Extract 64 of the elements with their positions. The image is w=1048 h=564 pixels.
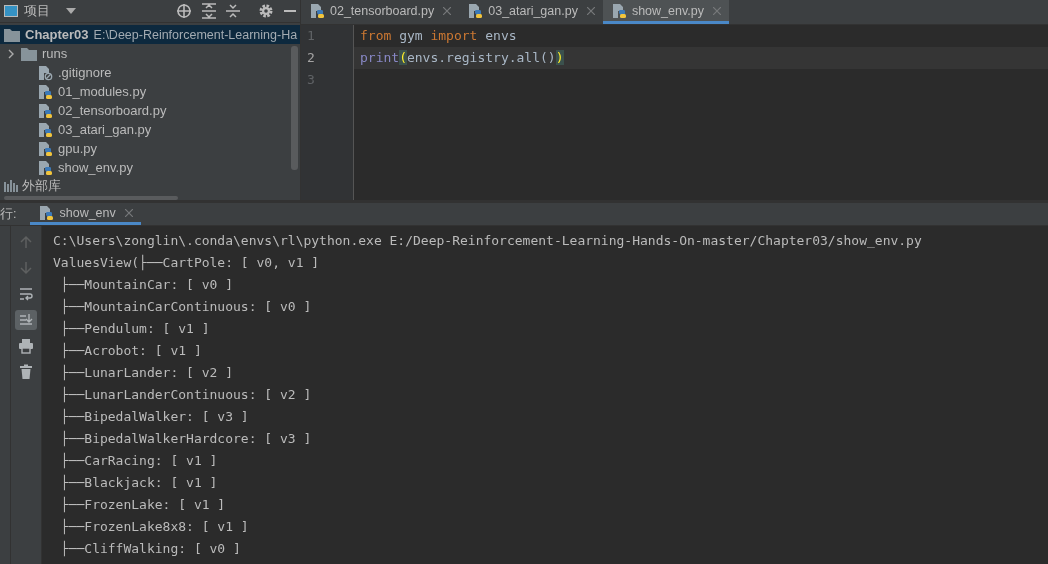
- scrollbar-thumb[interactable]: [291, 46, 298, 170]
- library-icon: [4, 180, 18, 192]
- tree-item[interactable]: Chapter03 E:\Deep-Reinforcement-Learning-Ha: [0, 25, 300, 44]
- python-file-icon: [38, 204, 55, 221]
- down-arrow-icon: [18, 260, 34, 276]
- close-icon[interactable]: [586, 6, 595, 15]
- console-line: ├──MountainCar: [ v0 ]: [59, 275, 234, 295]
- console-line: ├──Blackjack: [ v1 ]: [59, 473, 219, 493]
- python-file-icon: [610, 2, 627, 19]
- minimize-icon[interactable]: [284, 9, 296, 13]
- folder-icon: [4, 27, 20, 42]
- tree-item[interactable]: 01_modules.py: [0, 82, 300, 101]
- trash-icon: [18, 364, 34, 380]
- run-label: 行:: [0, 205, 17, 223]
- console-line: ├──MountainCarContinuous: [ v0 ]: [59, 297, 313, 317]
- locate-icon[interactable]: [176, 3, 192, 19]
- console-line: ├──FrozenLake8x8: [ v1 ]: [59, 517, 250, 537]
- tree-item[interactable]: 03_atari_gan.py: [0, 120, 300, 139]
- tree-item[interactable]: runs: [0, 44, 300, 63]
- ignored-file-icon: [37, 64, 53, 81]
- console-line: ValuesView(├──CartPole: [ v0, v1 ]: [53, 253, 321, 273]
- python-file-icon: [309, 2, 325, 19]
- code-line: from gym import envs: [359, 27, 518, 45]
- python-file-icon: [467, 2, 484, 19]
- tree-item[interactable]: 外部库: [0, 177, 300, 195]
- settings-icon[interactable]: [258, 3, 274, 19]
- editor-tab[interactable]: 02_tensorboard.py: [301, 0, 460, 24]
- chevron-right-icon[interactable]: [6, 48, 16, 59]
- expand-all-icon[interactable]: [202, 3, 216, 19]
- print-icon: [18, 338, 34, 354]
- console-line: ├──BipedalWalker: [ v3 ]: [59, 407, 250, 427]
- up-arrow-icon: [18, 234, 34, 250]
- console-line: ├──FrozenLake: [ v1 ]: [59, 495, 227, 515]
- run-tab[interactable]: show_env: [30, 203, 141, 225]
- console-line: ├──LunarLanderContinuous: [ v2 ]: [59, 385, 313, 405]
- collapse-all-icon[interactable]: [226, 3, 240, 19]
- console-line: ├──CliffWalking: [ v0 ]: [59, 539, 242, 559]
- console-line: C:\Users\zonglin\.conda\envs\rl\python.exe E:/Deep-Reinforcement-Learning-Hands-On-master/Chapter03/show_env.py: [53, 232, 923, 250]
- tree-item[interactable]: 02_tensorboard.py: [0, 101, 300, 120]
- console-line: ├──Acrobot: [ v1 ]: [59, 341, 203, 361]
- console-line: ├──CarRacing: [ v1 ]: [59, 451, 219, 471]
- python-file-icon: [37, 121, 53, 138]
- editor-tab[interactable]: show_env.py: [602, 0, 729, 24]
- close-icon[interactable]: [443, 6, 452, 15]
- tree-item[interactable]: show_env.py: [0, 158, 300, 177]
- editor-tab[interactable]: 03_atari_gan.py: [459, 0, 603, 24]
- tree-item[interactable]: gpu.py: [0, 139, 300, 158]
- python-file-icon: [37, 83, 53, 100]
- panel-icon: [4, 5, 18, 17]
- tree-item[interactable]: .gitignore: [0, 63, 300, 82]
- python-file-icon: [37, 102, 53, 119]
- panel-title: 项目: [24, 2, 50, 20]
- scroll-to-end-icon: [18, 312, 34, 328]
- python-file-icon: [37, 159, 53, 176]
- console-line: ├──LunarLander: [ v2 ]: [59, 363, 234, 383]
- close-icon[interactable]: [124, 208, 133, 217]
- console-line: ├──BipedalWalkerHardcore: [ v3 ]: [59, 429, 313, 449]
- python-file-icon: [37, 140, 53, 157]
- console-line: ├──Pendulum: [ v1 ]: [59, 319, 211, 339]
- dropdown-caret-icon[interactable]: [66, 8, 76, 14]
- scroll-to-end-button[interactable]: [15, 310, 37, 330]
- folder-icon: [21, 46, 37, 61]
- soft-wrap-icon: [18, 286, 34, 302]
- line-number: 2: [306, 49, 316, 67]
